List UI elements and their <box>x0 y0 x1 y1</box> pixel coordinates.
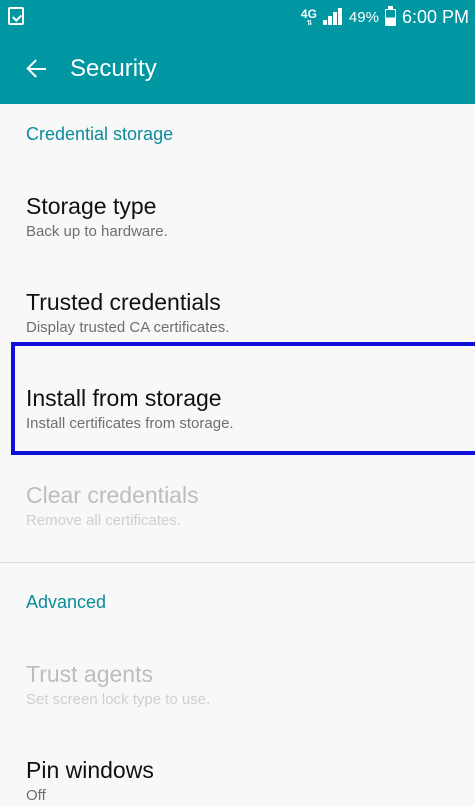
setting-title: Trusted credentials <box>26 289 221 315</box>
setting-subtitle: Set screen lock type to use. <box>26 691 211 708</box>
back-arrow-icon[interactable] <box>26 58 48 80</box>
app-bar: Security <box>0 34 475 104</box>
network-type-label: 4G <box>300 6 317 21</box>
setting-title: Pin windows <box>26 757 154 783</box>
setting-title: Clear credentials <box>26 482 199 508</box>
setting-subtitle: Install certificates from storage. <box>26 415 234 432</box>
battery-percent: 49% <box>348 8 379 26</box>
setting-subtitle: Off <box>26 787 46 804</box>
setting-trusted-credentials[interactable]: Trusted credentials Display trusted CA c… <box>0 288 475 338</box>
status-indicators: 4G ⇅ 49% 6:00 PM <box>301 0 469 34</box>
setting-install-from-storage[interactable]: Install from storage Install certificate… <box>0 384 475 434</box>
setting-title: Trust agents <box>26 661 153 687</box>
status-bar: 4G ⇅ 49% 6:00 PM <box>0 0 475 34</box>
setting-subtitle: Back up to hardware. <box>26 223 168 240</box>
setting-storage-type[interactable]: Storage type Back up to hardware. <box>0 192 475 242</box>
setting-pin-windows[interactable]: Pin windows Off <box>0 756 475 806</box>
network-type-indicator: 4G ⇅ <box>301 8 317 27</box>
section-header-credential-storage: Credential storage <box>26 124 174 144</box>
clock: 6:00 PM <box>401 6 469 27</box>
page-title: Security <box>70 55 157 82</box>
notification-icon <box>8 7 24 25</box>
setting-subtitle: Display trusted CA certificates. <box>26 319 230 336</box>
section-header-advanced: Advanced <box>26 592 107 612</box>
setting-clear-credentials: Clear credentials Remove all certificate… <box>0 481 475 531</box>
signal-bars-icon <box>322 8 343 26</box>
setting-title: Storage type <box>26 193 157 219</box>
setting-title: Install from storage <box>26 385 222 411</box>
battery-icon <box>384 5 396 26</box>
data-activity-icon: ⇅ <box>306 19 312 27</box>
section-divider <box>0 562 475 563</box>
setting-trust-agents: Trust agents Set screen lock type to use… <box>0 660 475 710</box>
setting-subtitle: Remove all certificates. <box>26 512 182 529</box>
